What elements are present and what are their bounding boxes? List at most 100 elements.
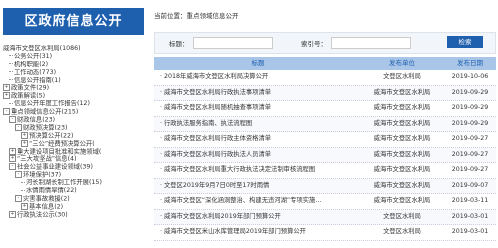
collapse-icon[interactable]: - (15, 123, 22, 131)
row-publisher: 威海市文登区水利局 (373, 88, 431, 96)
row-title-link[interactable]: · 行政执法服务指南、执法流程图 (160, 117, 356, 132)
tree-item[interactable]: + 行政执法公示(30) (3, 210, 148, 219)
tree-item-label[interactable]: 水情雨情旱情(22) (26, 187, 77, 194)
row-title-link[interactable]: · 威海市文登区水利局2019年部门预算公开 (160, 210, 356, 225)
expand-icon[interactable]: + (9, 155, 16, 163)
collapse-icon[interactable]: - (9, 163, 16, 171)
tree-item-label[interactable]: 政策文件(29) (11, 85, 49, 92)
tree-item-label[interactable]: 预决算公开(22) (29, 132, 73, 139)
search-bar: 标题： 索引号： 检索 (154, 32, 496, 54)
row-title-link[interactable]: · 威海市文登区“深化涵洞整治、构建无违河湖”专项实施... (160, 194, 356, 209)
tree-item[interactable]: 工作动态(773) (3, 69, 148, 77)
collapse-icon[interactable]: - (9, 116, 16, 124)
tree-item[interactable]: 威海市文登区水利局(1086) (3, 45, 148, 53)
expand-icon[interactable]: + (3, 92, 10, 100)
title-input[interactable] (193, 37, 273, 49)
tree-item[interactable]: 信息公开年度工作报告(12) (3, 100, 148, 108)
tree-item-label[interactable]: 信息公开年度工作报告(12) (14, 100, 90, 107)
tree-item[interactable]: 信息公开指南(1) (3, 77, 148, 85)
row-date: 2019-03-11 (451, 197, 489, 204)
breadcrumb: 当前位置：重点领域信息公开 (154, 12, 239, 20)
tree-item[interactable]: + “三大攻坚战”信息(4) (3, 155, 148, 163)
expand-icon[interactable]: + (9, 210, 16, 218)
tree-item-label[interactable]: 社会公益事业建设领域(39) (17, 164, 93, 171)
expand-icon[interactable]: + (21, 139, 28, 147)
tree-item[interactable]: - 灾害事故救援(2) (3, 194, 148, 203)
tree-item-label[interactable]: 基本信息(2) (29, 203, 63, 210)
tree-connector (9, 55, 13, 57)
tree-item[interactable]: - 财政信息(23) (3, 116, 148, 124)
row-title-link[interactable]: · 威海市文登区水利局行政主体资格清单 (160, 132, 356, 147)
tree-item-label[interactable]: 河长制湖长制工作开展(15) (26, 179, 102, 186)
tree-connector (21, 189, 25, 191)
table-row: · 行政执法服务指南、执法流程图 威海市文登区水利局 2019-09-29 (154, 116, 496, 132)
expand-icon[interactable]: + (3, 84, 10, 92)
tree-item-label[interactable]: 环境保护(37) (23, 172, 61, 179)
collapse-icon[interactable]: - (3, 108, 10, 116)
row-publisher: 威海市文登区水利局 (373, 181, 431, 189)
sidebar-title: 区政府信息公开 (3, 8, 144, 35)
tree-item[interactable]: + 政策文件(29) (3, 84, 148, 92)
row-publisher: 威海市文登区水利局 (373, 197, 431, 204)
tree-item-label[interactable]: 灾害事故救援(2) (23, 195, 70, 202)
tree-item-label[interactable]: 财政预决算(23) (23, 124, 67, 131)
expand-icon[interactable]: + (9, 147, 16, 155)
tree-item-label[interactable]: 公务公开(31) (14, 53, 52, 60)
tree-item[interactable]: - 重点领域信息公开(215) (3, 108, 148, 116)
tree-item[interactable]: - 社会公益事业建设领域(39) (3, 163, 148, 171)
row-title-link[interactable]: · 威海市文登区水利局行政执法人员清单 (160, 148, 356, 163)
table-row: · 威海市文登区水利局2019年部门预算公开 文登区水利局 2019-03-01 (154, 209, 496, 225)
tree-item[interactable]: 公务公开(31) (3, 53, 148, 61)
row-date: 2019-09-07 (451, 181, 489, 189)
tree-item[interactable]: + 政策解读(5) (3, 92, 148, 100)
collapse-icon[interactable]: - (15, 194, 22, 202)
tree-item-label[interactable]: “三公”经费预决算公开( (29, 140, 95, 147)
expand-icon[interactable]: + (21, 202, 28, 210)
search-button[interactable]: 检索 (447, 36, 483, 48)
row-publisher: 威海市文登区水利局 (373, 135, 431, 142)
row-publisher: 文登区水利局 (383, 73, 421, 80)
row-date: 2019-09-27 (451, 166, 489, 173)
row-date: 2019-03-01 (451, 212, 489, 220)
tree-connector (21, 181, 25, 183)
row-title-link[interactable]: · 2018年威海市文登区水利局决算公开 (160, 70, 356, 85)
row-date: 2019-09-29 (451, 88, 489, 96)
table-row: · 威海市文登区“深化涵洞整治、构建无违河湖”专项实施... 威海市文登区水利局 2… (154, 194, 496, 210)
tree-item[interactable]: 机构职能(2) (3, 61, 148, 69)
tree-item-label[interactable]: 机构职能(2) (14, 61, 48, 68)
row-title-link[interactable]: · 威海市文登区水利局重大行政执法决定法制审核流程图 (160, 163, 356, 178)
row-date: 2019-03-01 (451, 228, 489, 235)
tree-item[interactable]: 河长制湖长制工作开展(15) (3, 179, 148, 187)
table-row: · 2018年威海市文登区水利局决算公开 文登区水利局 2019-10-06 (154, 70, 496, 86)
collapse-icon[interactable]: - (15, 171, 22, 179)
table-row: · 威海市文登区水利局重大行政执法决定法制审核流程图 威海市文登区水利局 2019-… (154, 163, 496, 179)
tree-item[interactable]: + 预决算公开(22) (3, 131, 148, 140)
row-title-link[interactable]: · 威海市文登区米山水库管理局2019年部门预算公开 (160, 225, 356, 240)
row-title-link[interactable]: · 威海市文登区水利局随机抽查事项清单 (160, 101, 356, 116)
tree-item[interactable]: 水情雨情旱情(22) (3, 187, 148, 195)
tree-connector (9, 102, 13, 104)
tree-item-label[interactable]: 财政信息(23) (17, 117, 55, 124)
tree-item-label[interactable]: 重大建设项目批准和实施领域( (17, 148, 101, 155)
row-date: 2019-10-06 (451, 73, 489, 80)
tree-item[interactable]: - 财政预决算(23) (3, 123, 148, 132)
tree-item-label[interactable]: 威海市文登区水利局(1086) (3, 45, 81, 52)
table-row: · 威海市文登区水利局随机抽查事项清单 威海市文登区水利局 2019-09-29 (154, 101, 496, 117)
table-row: · 威海市文登区米山水库管理局2019年部门预算公开 文登区水利局 2019-03-… (154, 225, 496, 241)
tree-item[interactable]: + “三公”经费预决算公开( (3, 139, 148, 148)
row-title-link[interactable]: · 文登区2019年9月7日0时至17时雨情 (160, 179, 356, 194)
tree-connector (9, 71, 13, 73)
tree-item[interactable]: + 基本信息(2) (3, 202, 148, 211)
tree-item-label[interactable]: 政策解读(5) (11, 93, 45, 100)
tree-item-label[interactable]: 信息公开指南(1) (14, 77, 61, 84)
tree-item-label[interactable]: 工作动态(773) (14, 69, 56, 76)
tree-item[interactable]: - 环境保护(37) (3, 171, 148, 179)
expand-icon[interactable]: + (21, 131, 28, 139)
category-tree: 威海市文登区水利局(1086) 公务公开(31) 机构职能(2) 工作动态(773) 信… (3, 45, 148, 219)
row-title-link[interactable]: · 威海市文登区水利局行政执法事项清单 (160, 86, 356, 101)
tree-item-label[interactable]: “三大攻坚战”信息(4) (17, 156, 77, 163)
tree-item-label[interactable]: 重点领域信息公开(215) (11, 109, 78, 116)
tree-item-label[interactable]: 行政执法公示(30) (17, 211, 68, 218)
tree-item[interactable]: + 重大建设项目批准和实施领域( (3, 147, 148, 156)
index-input[interactable] (331, 37, 411, 49)
